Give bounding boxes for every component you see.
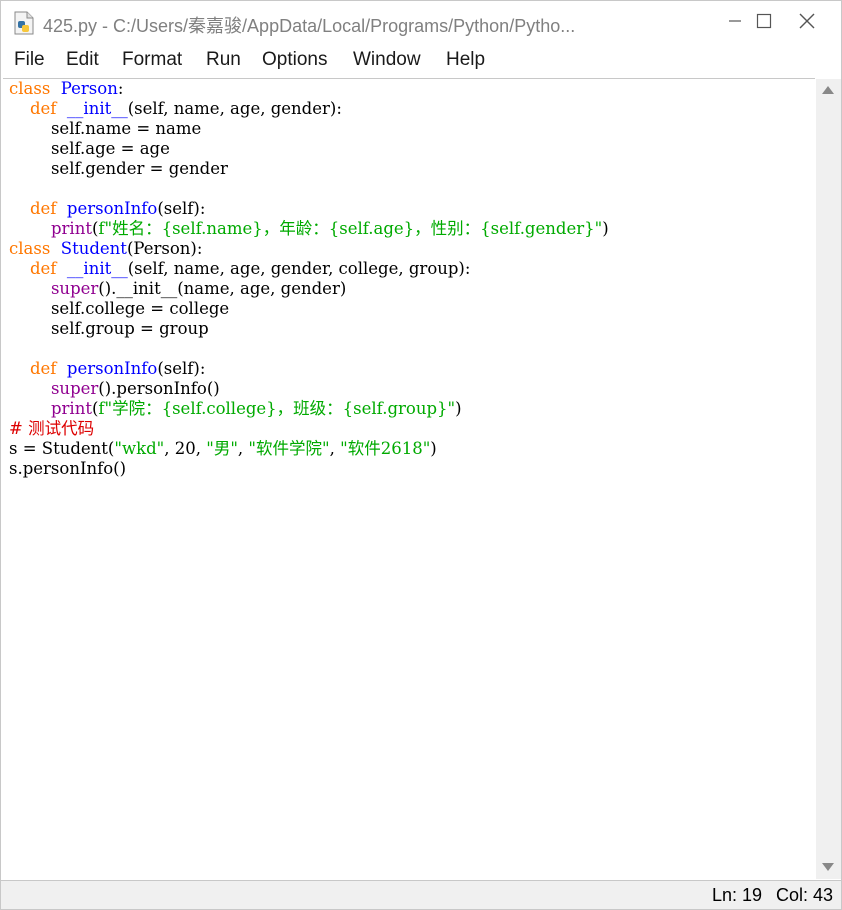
menu-options[interactable]: Options (262, 49, 327, 71)
code-token: , 20, (164, 439, 207, 458)
code-line: self.gender = gender (9, 159, 228, 179)
code-editor[interactable]: class Person: def __init__(self, name, a… (3, 78, 815, 881)
line-number: Ln: 19 (712, 885, 763, 905)
code-token: (self, name, age, gender, college, group… (127, 259, 471, 278)
code-token: ().personInfo() (98, 379, 220, 398)
code-token: : (117, 79, 124, 98)
code-token: (self): (157, 199, 206, 218)
code-token: , (329, 439, 341, 458)
code-token-kw: def (29, 199, 57, 218)
code-token: self.name = name (9, 119, 202, 138)
code-line: print(f"姓名：{self.name}，年龄：{self.age}，性别：… (9, 219, 609, 239)
code-token-cmt: # 测试代码 (9, 419, 95, 438)
code-line: s = Student("wkd", 20, "男", "软件学院", "软件2… (9, 439, 437, 459)
menu-help[interactable]: Help (446, 49, 485, 71)
code-token: (self): (157, 359, 206, 378)
code-token-kw: class (9, 239, 51, 258)
code-token-def: __init__ (66, 259, 128, 278)
code-token-kw: def (29, 99, 57, 118)
idle-editor-window: 425.py - C:/Users/秦嘉骏/AppData/Local/Prog… (0, 0, 842, 910)
status-bar: Ln: 19 Col: 43 (1, 880, 841, 909)
code-line: self.college = college (9, 299, 229, 319)
code-line: s.personInfo() (9, 459, 126, 479)
code-token-bi: super (50, 279, 99, 298)
menu-bar: File Edit Format Run Options Window Help (1, 45, 841, 77)
code-token-kw: def (29, 259, 57, 278)
code-token-str: "软件2618" (340, 439, 431, 458)
code-line: self.group = group (9, 319, 209, 339)
scroll-up-arrow-icon[interactable] (822, 86, 834, 94)
code-token-kw: def (29, 359, 57, 378)
code-token-def: __init__ (66, 99, 128, 118)
menu-format[interactable]: Format (122, 49, 182, 71)
close-icon (799, 13, 815, 34)
code-token: ().__init__(name, age, gender) (98, 279, 347, 298)
code-token: ) (430, 439, 437, 458)
vertical-scrollbar[interactable] (816, 79, 841, 879)
code-token-bi: print (50, 219, 92, 238)
code-token-kw: class (9, 79, 51, 98)
scroll-down-arrow-icon[interactable] (822, 863, 834, 871)
code-token: ) (455, 399, 462, 418)
code-line: self.age = age (9, 139, 170, 159)
code-token-str: "wkd" (114, 439, 165, 458)
code-token-def: personInfo (66, 199, 158, 218)
code-token-str: f"学院：{self.college}，班级：{self.group}" (98, 399, 456, 418)
code-line: self.name = name (9, 119, 201, 139)
code-token: self.age = age (9, 139, 170, 158)
menu-window[interactable]: Window (353, 49, 421, 71)
menu-run[interactable]: Run (206, 49, 241, 71)
menu-edit[interactable]: Edit (66, 49, 99, 71)
maximize-icon (756, 13, 772, 34)
code-line: class Student(Person): (9, 239, 202, 259)
maximize-button[interactable] (708, 1, 771, 45)
code-line: def __init__(self, name, age, gender): (9, 99, 342, 119)
code-line: super().personInfo() (9, 379, 220, 399)
code-token-def: Person (60, 79, 118, 98)
code-token-def: personInfo (66, 359, 158, 378)
title-bar[interactable]: 425.py - C:/Users/秦嘉骏/AppData/Local/Prog… (1, 1, 841, 45)
code-line: def personInfo(self): (9, 199, 205, 219)
code-token: self.college = college (9, 299, 230, 318)
close-button[interactable] (779, 1, 835, 45)
code-token: s.personInfo() (9, 459, 127, 478)
python-file-icon (13, 11, 35, 35)
column-number: Col: 43 (776, 885, 834, 905)
window-title: 425.py - C:/Users/秦嘉骏/AppData/Local/Prog… (43, 16, 576, 36)
code-token: s = Student( (9, 439, 115, 458)
code-token-bi: super (50, 379, 99, 398)
code-token-str: "软件学院" (248, 439, 330, 458)
code-token-str: "男" (206, 439, 238, 458)
code-token-bi: print (50, 399, 92, 418)
code-token: self.group = group (9, 319, 209, 338)
code-line: print(f"学院：{self.college}，班级：{self.group… (9, 399, 462, 419)
code-line: def __init__(self, name, age, gender, co… (9, 259, 470, 279)
code-token: , (237, 439, 249, 458)
code-token: (Person): (126, 239, 203, 258)
code-line: def personInfo(self): (9, 359, 205, 379)
code-line: super().__init__(name, age, gender) (9, 279, 346, 299)
code-line: class Person: (9, 79, 123, 99)
code-token: self.gender = gender (9, 159, 228, 178)
code-token: ) (602, 219, 609, 238)
code-token: (self, name, age, gender): (127, 99, 342, 118)
code-token-str: f"姓名：{self.name}，年龄：{self.age}，性别：{self.… (98, 219, 603, 238)
menu-file[interactable]: File (14, 49, 45, 71)
code-line: # 测试代码 (9, 419, 94, 439)
code-token-def: Student (60, 239, 127, 258)
